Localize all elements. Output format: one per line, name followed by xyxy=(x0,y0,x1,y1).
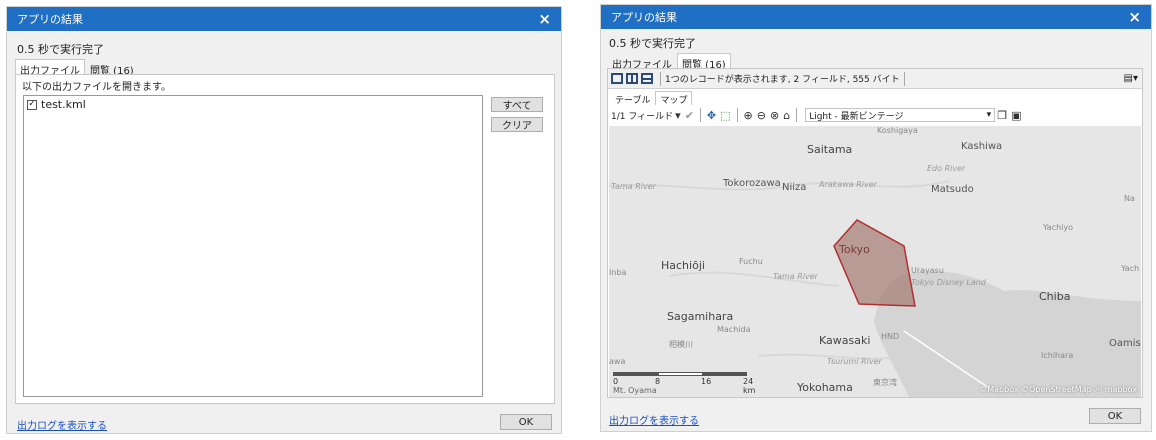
map-label: Mt. Oyama xyxy=(613,386,657,395)
map-label: Oamis xyxy=(1109,338,1141,349)
map-label: 東京湾 xyxy=(873,378,897,387)
show-log-link[interactable]: 出力ログを表示する xyxy=(609,412,699,427)
map-label: Koshigaya xyxy=(877,126,918,135)
map-label: Tama River xyxy=(773,272,818,281)
map-label: Inba xyxy=(609,268,627,277)
scale-segment xyxy=(703,372,747,376)
map-label: Kashiwa xyxy=(961,141,1003,152)
chevron-down-icon: ▾ xyxy=(986,110,992,120)
scale-bar: 0 8 16 24 km Mt. Oyama xyxy=(613,370,756,396)
output-files-panel: 以下の出力ファイルを開きます。 ✓ test.kml すべて クリア xyxy=(15,74,555,404)
zoom-selection-icon[interactable]: ⊗ xyxy=(770,109,779,122)
runtime-status: 0.5 秒で実行完了 xyxy=(609,37,696,50)
map-label: Edo River xyxy=(927,164,966,173)
ribbon-menu-icon[interactable]: ▤▾ xyxy=(1124,73,1138,84)
record-info: 1つのレコードが表示されます, 2 フィールド, 555 バイト xyxy=(665,75,900,85)
map-label: Tama River xyxy=(611,182,656,191)
map-label: HND xyxy=(881,332,900,341)
checkmark-icon[interactable]: ✔ xyxy=(685,109,694,122)
title-bar: アプリの結果 × xyxy=(601,5,1151,29)
pan-icon[interactable]: ✥ xyxy=(707,109,716,122)
title-bar: アプリの結果 × xyxy=(7,7,561,31)
scale-label: 16 xyxy=(701,377,712,386)
vertical-split-icon[interactable] xyxy=(626,73,638,84)
ribbon-divider xyxy=(903,71,905,86)
runtime-status: 0.5 秒で実行完了 xyxy=(17,43,104,56)
map-label: Na xyxy=(1124,194,1135,203)
map-label: Tokorozawa xyxy=(723,178,781,189)
map-label: Fuchu xyxy=(739,257,763,266)
map-label: Tokyo Disney Land xyxy=(911,278,986,287)
field-selector[interactable]: 1/1 フィールド ▾ xyxy=(611,109,683,122)
scale-segment xyxy=(613,372,658,376)
map-label: Matsudo xyxy=(931,184,974,195)
instruction-text: 以下の出力ファイルを開きます。 xyxy=(22,82,171,93)
map-toolbar: 1/1 フィールド ▾ ✔ ✥ ⬚ ⊕ ⊖ ⊗ ⌂ Light - 最新ビンテー… xyxy=(608,105,1142,125)
map-label: Yachiyo xyxy=(1043,223,1074,232)
toolbar-divider xyxy=(736,108,738,122)
chevron-down-icon: ▾ xyxy=(675,108,681,122)
scale-segment xyxy=(658,372,703,376)
scale-label: 24 km xyxy=(743,377,756,395)
map-label: Kawasaki xyxy=(819,334,871,347)
file-name: test.kml xyxy=(41,98,86,111)
map-label: Arakawa River xyxy=(819,180,877,189)
field-selector-label: 1/1 フィールド xyxy=(611,111,674,122)
scale-label: 0 xyxy=(613,377,619,386)
list-item[interactable]: ✓ test.kml xyxy=(24,96,482,113)
map-label: Sagamihara xyxy=(667,310,734,323)
copy-icon[interactable]: ❐ xyxy=(997,109,1007,122)
app-results-dialog-right: アプリの結果 × 0.5 秒で実行完了 出力ファイル 閲覧 (16) 1つのレコ… xyxy=(600,4,1152,432)
map-label: 相模川 xyxy=(669,340,693,349)
toolbar-divider xyxy=(699,108,701,122)
zoom-out-icon[interactable]: ⊖ xyxy=(757,109,766,122)
map-label: Yokohama xyxy=(797,381,853,394)
clear-button[interactable]: クリア xyxy=(491,117,543,132)
map-label: Yach xyxy=(1121,264,1140,273)
map-label: Tsurumi River xyxy=(827,357,882,366)
select-all-button[interactable]: すべて xyxy=(491,97,543,112)
zoom-in-icon[interactable]: ⊕ xyxy=(744,109,753,122)
map-label: Chiba xyxy=(1039,290,1071,303)
file-list: ✓ test.kml xyxy=(23,95,483,397)
browse-panel: 1つのレコードが表示されます, 2 フィールド, 555 バイト ▤▾ テーブル… xyxy=(607,68,1143,398)
home-icon[interactable]: ⌂ xyxy=(783,109,790,122)
close-icon[interactable]: × xyxy=(538,11,551,27)
map-style-value: Light - 最新ビンテージ xyxy=(809,111,904,122)
file-checkbox[interactable]: ✓ xyxy=(27,99,37,110)
map-style-select[interactable]: Light - 最新ビンテージ ▾ xyxy=(805,108,996,122)
map-label: Tokyo xyxy=(839,243,870,256)
scale-track xyxy=(613,372,747,376)
select-region-icon[interactable]: ⬚ xyxy=(720,109,730,122)
map-label: Ichihara xyxy=(1041,351,1074,360)
close-icon[interactable]: × xyxy=(1128,9,1141,25)
map-label: Urayasu xyxy=(911,266,944,275)
ok-button[interactable]: OK xyxy=(500,414,552,430)
horizontal-split-icon[interactable] xyxy=(641,73,653,84)
map-label: Niiza xyxy=(782,182,807,193)
ribbon-divider xyxy=(660,71,661,86)
show-log-link[interactable]: 出力ログを表示する xyxy=(17,417,107,432)
toolbar-divider xyxy=(796,108,798,122)
dialog-title: アプリの結果 xyxy=(611,11,677,24)
map-view[interactable]: Koshigaya Saitama Kashiwa Edo River Tama… xyxy=(609,126,1141,397)
dialog-title: アプリの結果 xyxy=(17,13,83,26)
app-results-dialog-left: アプリの結果 × 0.5 秒で実行完了 出力ファイル 閲覧 (16) 以下の出力… xyxy=(6,6,562,434)
browse-ribbon: 1つのレコードが表示されます, 2 フィールド, 555 バイト ▤▾ xyxy=(608,69,1142,89)
map-label: Hachiōji xyxy=(661,259,705,272)
single-layout-icon[interactable] xyxy=(611,73,623,84)
map-label: awa xyxy=(609,357,626,366)
map-label: Saitama xyxy=(807,143,853,156)
ok-button[interactable]: OK xyxy=(1089,408,1141,424)
map-attribution[interactable]: ©Mapbox ©OpenStreetMap ⓜ mapbox xyxy=(979,384,1137,395)
map-label: Machida xyxy=(717,325,751,334)
scale-label: 8 xyxy=(655,377,661,386)
save-icon[interactable]: ▣ xyxy=(1011,109,1021,122)
